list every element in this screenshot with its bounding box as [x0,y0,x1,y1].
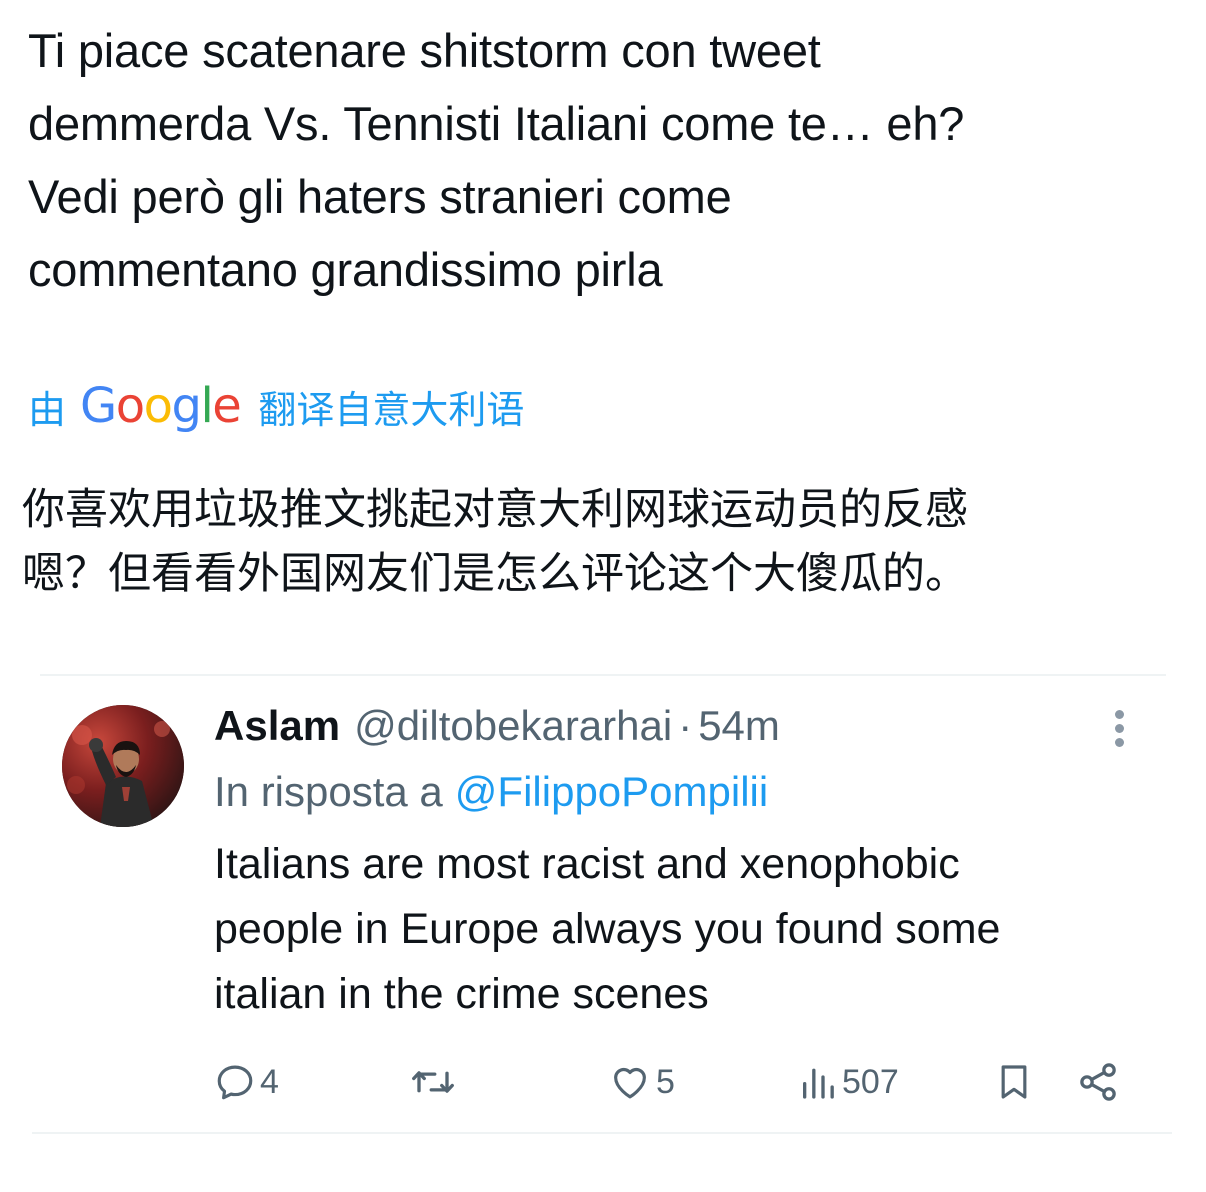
separator-dot: · [678,702,693,749]
translation-prefix: 由 [28,389,67,432]
bookmark-button[interactable] [994,1054,1034,1110]
share-button[interactable] [1076,1054,1120,1110]
more-options-icon[interactable] [1106,708,1134,750]
reply-icon [217,1065,253,1100]
reply-header: Aslam @diltobekararhai · 54m [214,698,780,754]
bookmark-icon [1001,1065,1027,1099]
avatar[interactable] [62,705,184,827]
retweet-button[interactable] [410,1054,460,1110]
retweet-icon [412,1071,454,1093]
views-button[interactable]: 507 [798,1054,899,1110]
translated-tweet-text: 你喜欢用垃圾推文挑起对意大利网球运动员的反感 嗯？但看看外国网友们是怎么评论这个… [22,486,968,598]
google-logo: Google [80,378,242,434]
author-name[interactable]: Aslam [214,702,340,750]
reply-text: Italians are most racist and xenophobic … [214,840,1001,1018]
views-icon [803,1068,834,1099]
divider [32,1132,1172,1134]
author-handle[interactable]: @diltobekararhai [354,702,672,750]
goalkeeper-avatar-icon [62,705,184,827]
action-bar: 4 5 507 [214,1054,1134,1110]
reply-button[interactable]: 4 [214,1054,279,1110]
divider [40,674,1166,676]
reply-count: 4 [260,1062,279,1101]
reply-to-mention[interactable]: @FilippoPompilii [455,768,768,816]
heart-icon [614,1067,646,1099]
reply-to-label: In risposta a [214,768,443,815]
text-fade-overlay [1072,500,1152,530]
views-count: 507 [842,1062,899,1101]
translation-source-language: 翻译自意大利语 [258,389,525,432]
translation-attribution: 由 Google 翻译自意大利语 [28,376,524,436]
like-count: 5 [656,1062,675,1101]
like-button[interactable]: 5 [608,1054,675,1110]
timestamp[interactable]: 54m [698,702,780,750]
reply-to-line: In risposta a @FilippoPompilii [214,764,768,820]
share-icon [1080,1063,1116,1101]
tweet-text: Ti piace scatenare shitstorm con tweet d… [28,24,965,296]
